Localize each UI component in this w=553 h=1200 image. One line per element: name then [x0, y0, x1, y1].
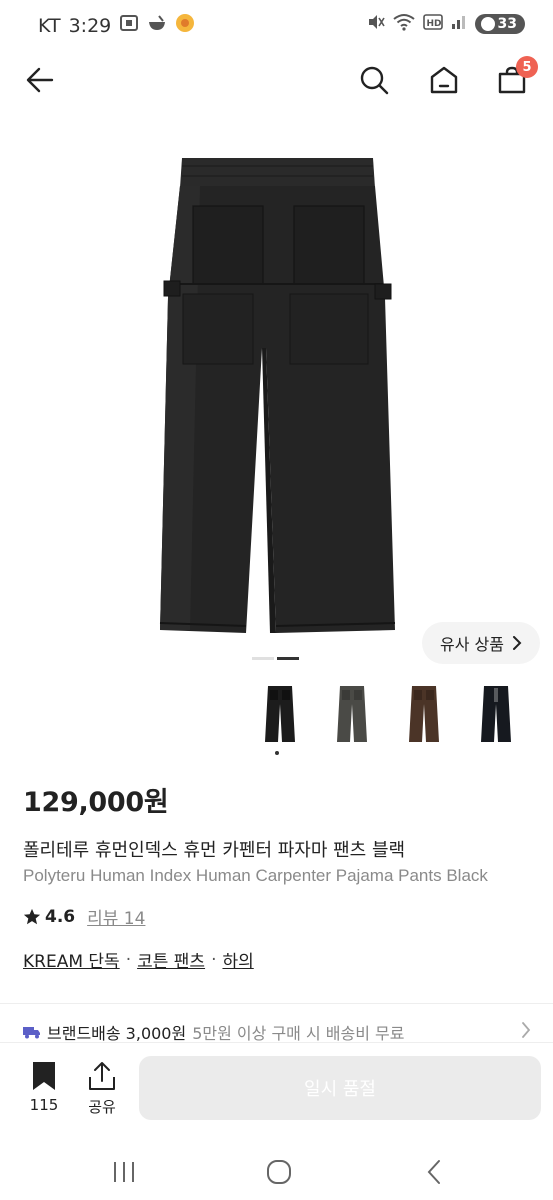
back-chevron-icon	[427, 1160, 440, 1184]
tag-link[interactable]: KREAM 단독	[23, 947, 120, 972]
review-link[interactable]: 리뷰 14	[87, 904, 145, 929]
thumbnail-gray[interactable]	[316, 680, 388, 748]
truck-icon	[23, 1027, 40, 1039]
status-right: HD 33	[367, 13, 525, 35]
tag-link[interactable]: 코튼 팬츠	[137, 947, 205, 972]
similar-products-label: 유사 상품	[440, 635, 504, 654]
share-label: 공유	[88, 1098, 116, 1116]
product-name-korean: 폴리테루 휴먼인덱스 휴먼 카펜터 파자마 팬츠 블랙	[23, 840, 406, 861]
thumbnail-image	[481, 686, 511, 742]
star-icon	[23, 908, 41, 924]
battery-level: 33	[497, 16, 517, 32]
signal-icon	[451, 14, 467, 34]
tag-separator: ·	[125, 949, 132, 970]
home-circle-icon	[267, 1160, 291, 1184]
battery-icon	[480, 17, 495, 31]
shipping-free-note: 5만원 이상 구매 시 배송비 무료	[192, 1024, 405, 1043]
search-button[interactable]	[354, 60, 394, 100]
thumbnail-brown[interactable]	[388, 680, 460, 748]
status-time: 3:29	[68, 14, 112, 37]
selected-thumbnail-dot	[275, 751, 279, 755]
system-navigation-bar	[0, 1138, 553, 1200]
wifi-icon	[392, 13, 415, 35]
color-thumbnails	[244, 680, 532, 748]
recent-apps-button[interactable]	[104, 1152, 144, 1192]
hd-icon: HD	[422, 14, 443, 34]
home-button[interactable]	[424, 60, 464, 100]
bottom-action-bar: 115 공유 일시 품절	[0, 1042, 553, 1138]
bookmark-icon	[33, 1062, 55, 1090]
share-icon	[89, 1062, 115, 1090]
mute-icon	[367, 13, 385, 35]
image-page-indicator	[252, 657, 299, 660]
tags-row: KREAM 단독 · 코튼 팬츠 · 하의	[23, 947, 254, 973]
share-button[interactable]: 공유	[82, 1061, 122, 1117]
product-price: 129,000원	[23, 787, 169, 818]
cart-count-badge: 5	[516, 56, 538, 78]
svg-text:HD: HD	[426, 19, 441, 29]
recent-apps-icon	[114, 1162, 134, 1182]
pants-image	[159, 158, 396, 633]
tag-link[interactable]: 하의	[222, 947, 253, 972]
chevron-right-icon	[522, 1022, 531, 1038]
thumbnail-navy[interactable]	[460, 680, 532, 748]
search-icon	[360, 66, 389, 95]
thumbnail-image	[337, 686, 367, 742]
screenshot-icon	[119, 14, 139, 37]
product-image[interactable]	[0, 118, 553, 678]
bookmark-button[interactable]: 115	[22, 1061, 66, 1114]
cart-button[interactable]: 5	[492, 56, 538, 100]
similar-products-button[interactable]: 유사 상품	[422, 622, 540, 664]
system-back-button[interactable]	[414, 1152, 454, 1192]
thumbnail-image	[265, 686, 295, 742]
home-icon	[430, 66, 458, 94]
product-name-english: Polyteru Human Index Human Carpenter Paj…	[23, 866, 488, 885]
bookmark-count: 115	[29, 1096, 59, 1114]
status-left: KT 3:29	[38, 13, 195, 38]
top-nav: 5	[0, 52, 553, 108]
status-bar: KT 3:29 HD 33	[0, 0, 553, 48]
sold-out-button: 일시 품절	[139, 1056, 541, 1120]
section-divider	[0, 1003, 553, 1004]
bowl-icon	[147, 14, 167, 37]
tag-separator: ·	[211, 949, 217, 970]
arrow-left-icon	[26, 67, 54, 93]
rating-row: 4.6 리뷰 14	[23, 904, 145, 929]
indicator-bar-active	[277, 657, 299, 660]
rating-value: 4.6	[45, 906, 76, 927]
shipping-brand-delivery: 브랜드배송 3,000원	[47, 1024, 187, 1043]
sold-out-label: 일시 품절	[304, 1079, 376, 1100]
back-button[interactable]	[20, 60, 60, 100]
carrier-label: KT	[38, 14, 61, 37]
indicator-bar	[252, 657, 274, 660]
app-notification-icon	[175, 13, 195, 38]
thumbnail-image	[409, 686, 439, 742]
shipping-row[interactable]: 브랜드배송 3,000원 5만원 이상 구매 시 배송비 무료	[23, 1020, 533, 1044]
system-home-button[interactable]	[259, 1152, 299, 1192]
thumbnail-black[interactable]	[244, 680, 316, 748]
battery-indicator: 33	[474, 14, 525, 34]
chevron-right-icon	[512, 636, 522, 650]
